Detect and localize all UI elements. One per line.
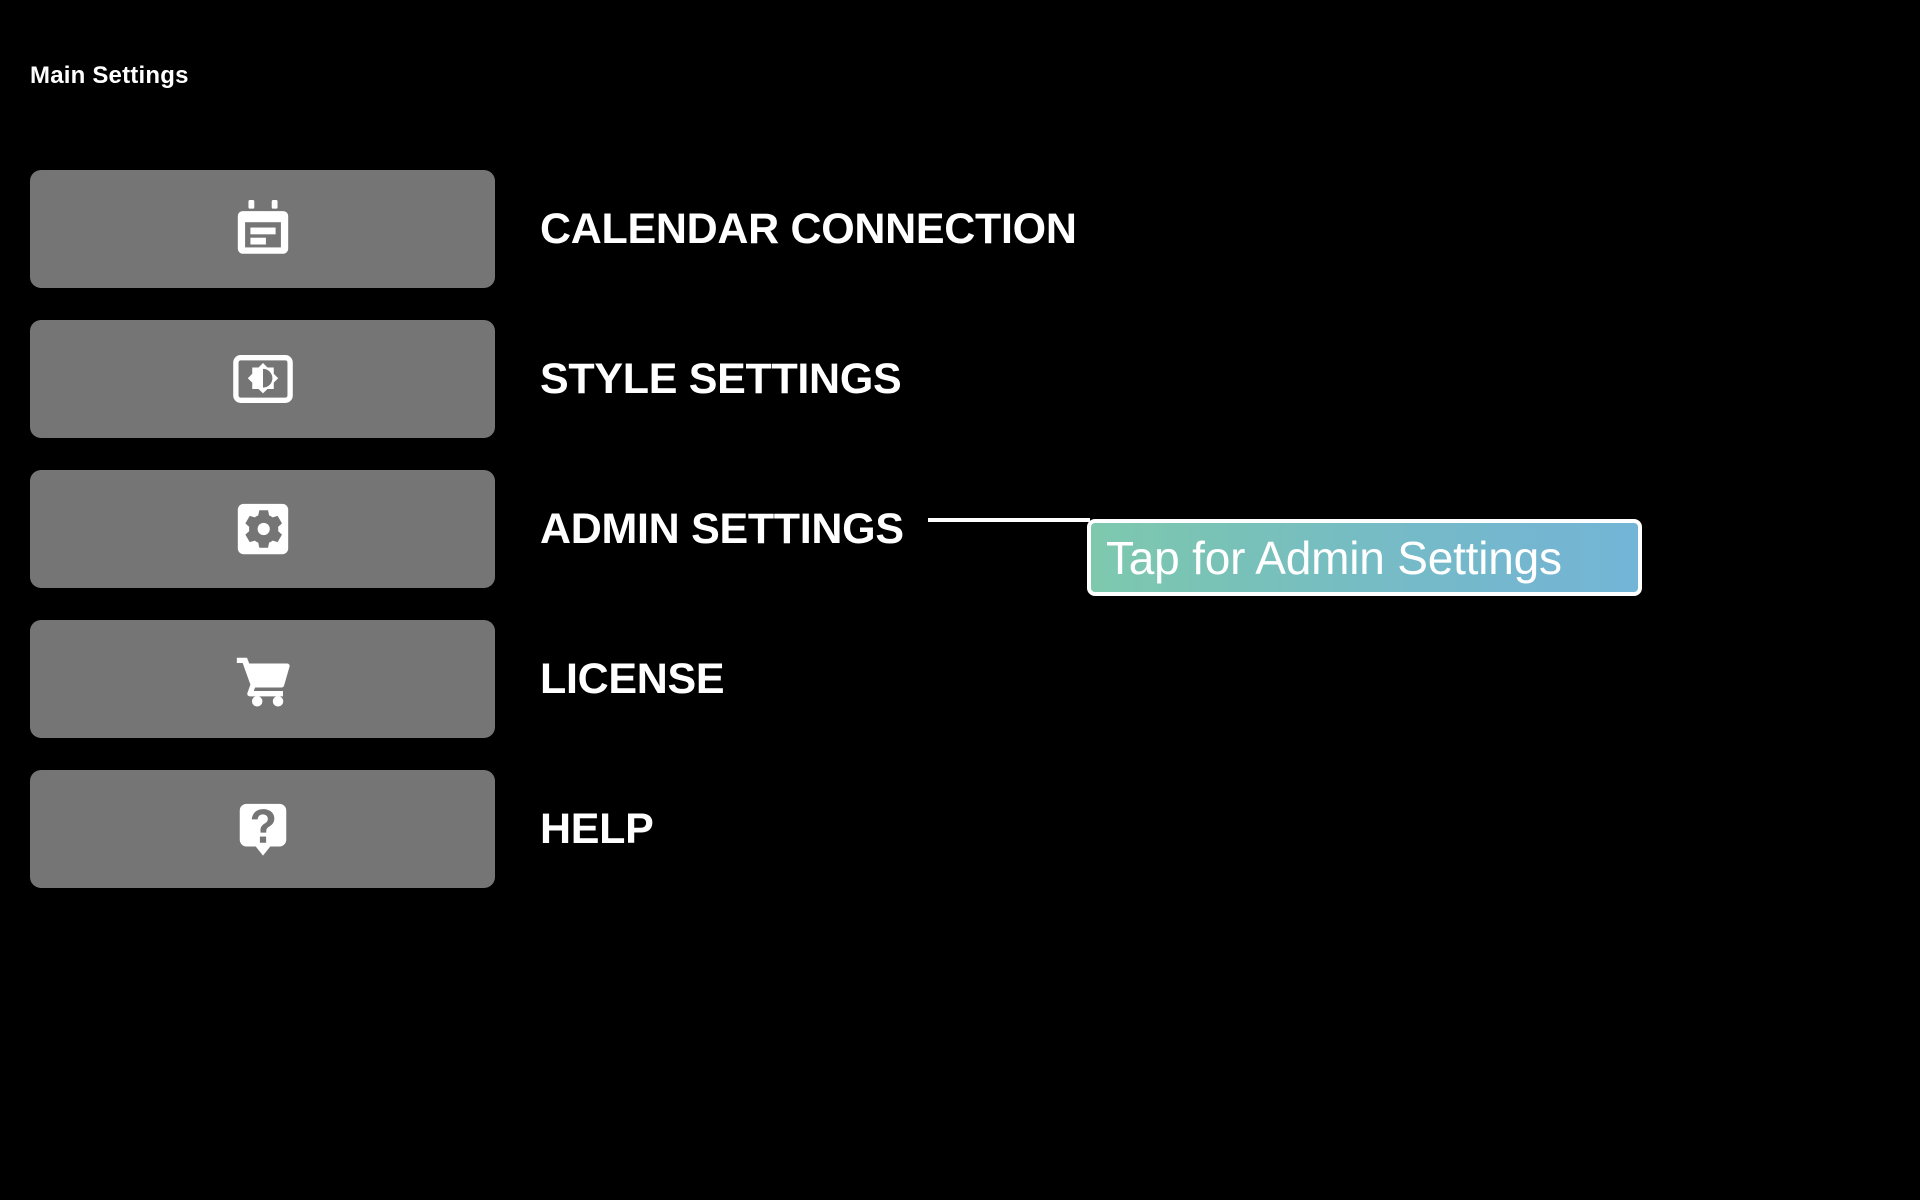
gear-icon bbox=[232, 498, 294, 560]
menu-row-style-settings: STYLE SETTINGS bbox=[0, 320, 1920, 438]
menu-label-help: HELP bbox=[540, 804, 654, 853]
shopping-cart-icon bbox=[232, 648, 294, 710]
menu-label-style-settings: STYLE SETTINGS bbox=[540, 354, 902, 403]
menu-label-license: LICENSE bbox=[540, 654, 725, 703]
menu-label-calendar-connection: CALENDAR CONNECTION bbox=[540, 204, 1077, 253]
question-bubble-icon bbox=[232, 798, 294, 860]
menu-row-license: LICENSE bbox=[0, 620, 1920, 738]
help-button[interactable] bbox=[30, 770, 495, 888]
calendar-connection-button[interactable] bbox=[30, 170, 495, 288]
callout-leader-line bbox=[928, 518, 1090, 522]
admin-settings-button[interactable] bbox=[30, 470, 495, 588]
style-settings-button[interactable] bbox=[30, 320, 495, 438]
menu-row-calendar-connection: CALENDAR CONNECTION bbox=[0, 170, 1920, 288]
brightness-icon bbox=[232, 348, 294, 410]
menu-label-admin-settings: ADMIN SETTINGS bbox=[540, 504, 904, 553]
admin-settings-tooltip: Tap for Admin Settings bbox=[1087, 519, 1642, 596]
menu-row-help: HELP bbox=[0, 770, 1920, 888]
settings-screen: Main Settings CALENDAR CONNECTION STYLE … bbox=[0, 0, 1920, 1200]
license-button[interactable] bbox=[30, 620, 495, 738]
calendar-icon bbox=[232, 198, 294, 260]
page-title: Main Settings bbox=[30, 62, 189, 89]
admin-settings-tooltip-text: Tap for Admin Settings bbox=[1106, 531, 1562, 584]
